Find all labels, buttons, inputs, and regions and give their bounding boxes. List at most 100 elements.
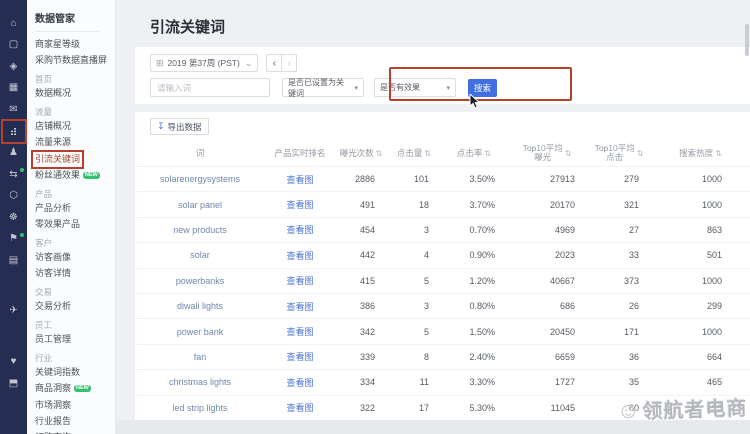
keywords-table-card: ↧ 导出数据 词产品实时排名曝光次数⇅点击量⇅点击率⇅Top10平均曝光⇅Top… — [135, 112, 750, 420]
prev-week-button[interactable]: ‹ — [266, 54, 282, 72]
metric-cell: 60 — [587, 403, 651, 413]
bar-chart-icon[interactable]: ⣴ — [7, 125, 21, 138]
keyword-search-input[interactable] — [150, 78, 270, 97]
metric-cell: 686 — [507, 301, 587, 311]
sidebar-item[interactable]: 行业报告 — [35, 416, 115, 427]
view-chart-link[interactable]: 查看图 — [265, 198, 335, 211]
sidebar-item[interactable]: 员工管理 — [35, 334, 115, 345]
notification-dot — [20, 233, 24, 237]
column-header: 点击量⇅ — [387, 149, 441, 158]
view-chart-link[interactable]: 查看图 — [265, 249, 335, 262]
package-icon[interactable]: ⬒ — [7, 377, 21, 390]
metric-cell: 5 — [387, 276, 441, 286]
date-filter-row: ⊞ 2019 第37周 (PST) ⌄ ‹ › — [150, 54, 297, 72]
sidebar-item[interactable]: 访客画像 — [35, 252, 115, 263]
sidebar-item[interactable]: 零效果产品 — [35, 219, 115, 230]
metric-cell: 863 — [651, 225, 750, 235]
metric-cell: 321 — [587, 200, 651, 210]
shield-icon[interactable]: ◈ — [7, 60, 21, 73]
set-keyword-select[interactable]: 是否已设置为关键词 ▾ — [282, 78, 364, 97]
metric-cell: 3 — [387, 301, 441, 311]
metric-cell: 3.30% — [441, 377, 507, 387]
sidebar-item[interactable]: 市场洞察 — [35, 400, 115, 411]
view-chart-link[interactable]: 查看图 — [265, 300, 335, 313]
metric-cell: 35 — [587, 377, 651, 387]
sidebar-item-label: 产品分析 — [35, 203, 71, 214]
sidebar-item[interactable]: 关键词指数 — [35, 367, 115, 378]
sidebar-item[interactable]: 粉丝通效果NEW — [35, 170, 115, 181]
message-icon[interactable]: ✉ — [7, 103, 21, 116]
metric-cell: 3.50% — [441, 174, 507, 184]
sort-icon[interactable]: ⇅ — [376, 149, 383, 158]
view-chart-link[interactable]: 查看图 — [265, 274, 335, 287]
metric-cell: 5 — [387, 327, 441, 337]
metric-cell: 501 — [651, 250, 750, 260]
sidebar-item[interactable]: 交易分析 — [35, 301, 115, 312]
flag-icon[interactable]: ⚑ — [7, 233, 21, 246]
search-button[interactable]: 搜索 — [468, 79, 497, 97]
metric-cell: 2023 — [507, 250, 587, 260]
table-row: led strip lights查看图322175.30%1104560456 — [135, 395, 750, 420]
send-icon[interactable]: ✈ — [7, 304, 21, 317]
keyword-cell: solarenergysystems — [135, 174, 265, 184]
sort-icon[interactable]: ⇅ — [424, 149, 431, 158]
metric-cell: 1.50% — [441, 327, 507, 337]
sort-icon[interactable]: ⇅ — [715, 149, 722, 158]
metric-cell: 3 — [387, 225, 441, 235]
table-row: solar查看图44240.90%202333501 — [135, 242, 750, 267]
metric-cell: 299 — [651, 301, 750, 311]
bag-icon[interactable]: ⬡ — [7, 190, 21, 203]
settings-icon[interactable]: ☸ — [7, 211, 21, 224]
sidebar-item-label: 商家星等级 — [35, 39, 80, 50]
sidebar-item-label: 采购节数据直播屏 — [35, 55, 107, 66]
page-title: 引流关键词 — [150, 16, 225, 37]
next-week-button[interactable]: › — [281, 54, 297, 72]
metric-cell: 279 — [587, 174, 651, 184]
view-chart-link[interactable]: 查看图 — [265, 173, 335, 186]
view-chart-link[interactable]: 查看图 — [265, 376, 335, 389]
view-chart-link[interactable]: 查看图 — [265, 401, 335, 414]
sidebar-item[interactable]: 商品洞察NEW — [35, 383, 115, 394]
sort-icon[interactable]: ⇅ — [637, 149, 644, 158]
metric-cell: 1.20% — [441, 276, 507, 286]
sidebar-item[interactable]: 采购节数据直播屏 — [35, 55, 115, 66]
metric-cell: 33 — [587, 250, 651, 260]
view-chart-link[interactable]: 查看图 — [265, 223, 335, 236]
sidebar-item[interactable]: 商家星等级 — [35, 39, 115, 50]
sidebar-item[interactable]: 店铺概况 — [35, 121, 115, 132]
sort-icon[interactable]: ⇅ — [484, 149, 491, 158]
metric-cell: 171 — [587, 327, 651, 337]
metric-cell: 339 — [335, 352, 387, 362]
effect-select[interactable]: 是否有效果 ▾ — [374, 78, 456, 97]
column-header: 点击率⇅ — [441, 149, 507, 158]
metric-cell: 36 — [587, 352, 651, 362]
app-window: ⌂▢◈▦✉⣴♟⇆⬡☸⚑▤✈♥⬒ 数据管家 商家星等级采购节数据直播屏首页数据概况… — [0, 0, 750, 434]
transfer-icon[interactable]: ⇆ — [7, 168, 21, 181]
people-icon[interactable]: ♟ — [7, 147, 21, 160]
apps-grid-icon[interactable]: ▦ — [7, 82, 21, 95]
briefcase-icon[interactable]: ▤ — [7, 255, 21, 268]
week-picker[interactable]: ⊞ 2019 第37周 (PST) ⌄ — [150, 54, 258, 72]
search-filter-row: 是否已设置为关键词 ▾ 是否有效果 ▾ 搜索 — [150, 78, 497, 97]
export-data-button[interactable]: ↧ 导出数据 — [150, 118, 209, 135]
sort-icon[interactable]: ⇅ — [565, 149, 572, 158]
sidebar-item[interactable]: 流量来源 — [35, 137, 115, 148]
monitor-icon[interactable]: ▢ — [7, 39, 21, 52]
sidebar-item-label: 引流关键词 — [35, 154, 80, 165]
scrollbar-thumb[interactable] — [745, 24, 749, 56]
sidebar-item[interactable]: 数据概况 — [35, 88, 115, 99]
table-row: diwali lights查看图38630.80%68626299 — [135, 293, 750, 318]
export-button-label: 导出数据 — [168, 121, 202, 133]
sidebar-item[interactable]: 产品分析 — [35, 203, 115, 214]
metric-cell: 491 — [335, 200, 387, 210]
keyword-cell: solar panel — [135, 200, 265, 210]
sidebar-item[interactable]: 访客详情 — [35, 268, 115, 279]
view-chart-link[interactable]: 查看图 — [265, 325, 335, 338]
table-row: solar panel查看图491183.70%201703211000 — [135, 191, 750, 216]
chevron-down-icon: ⌄ — [245, 58, 253, 69]
home-icon[interactable]: ⌂ — [7, 17, 21, 30]
heart-icon[interactable]: ♥ — [7, 356, 21, 369]
metric-cell: 8 — [387, 352, 441, 362]
view-chart-link[interactable]: 查看图 — [265, 350, 335, 363]
sidebar-item[interactable]: 引流关键词 — [35, 154, 115, 165]
